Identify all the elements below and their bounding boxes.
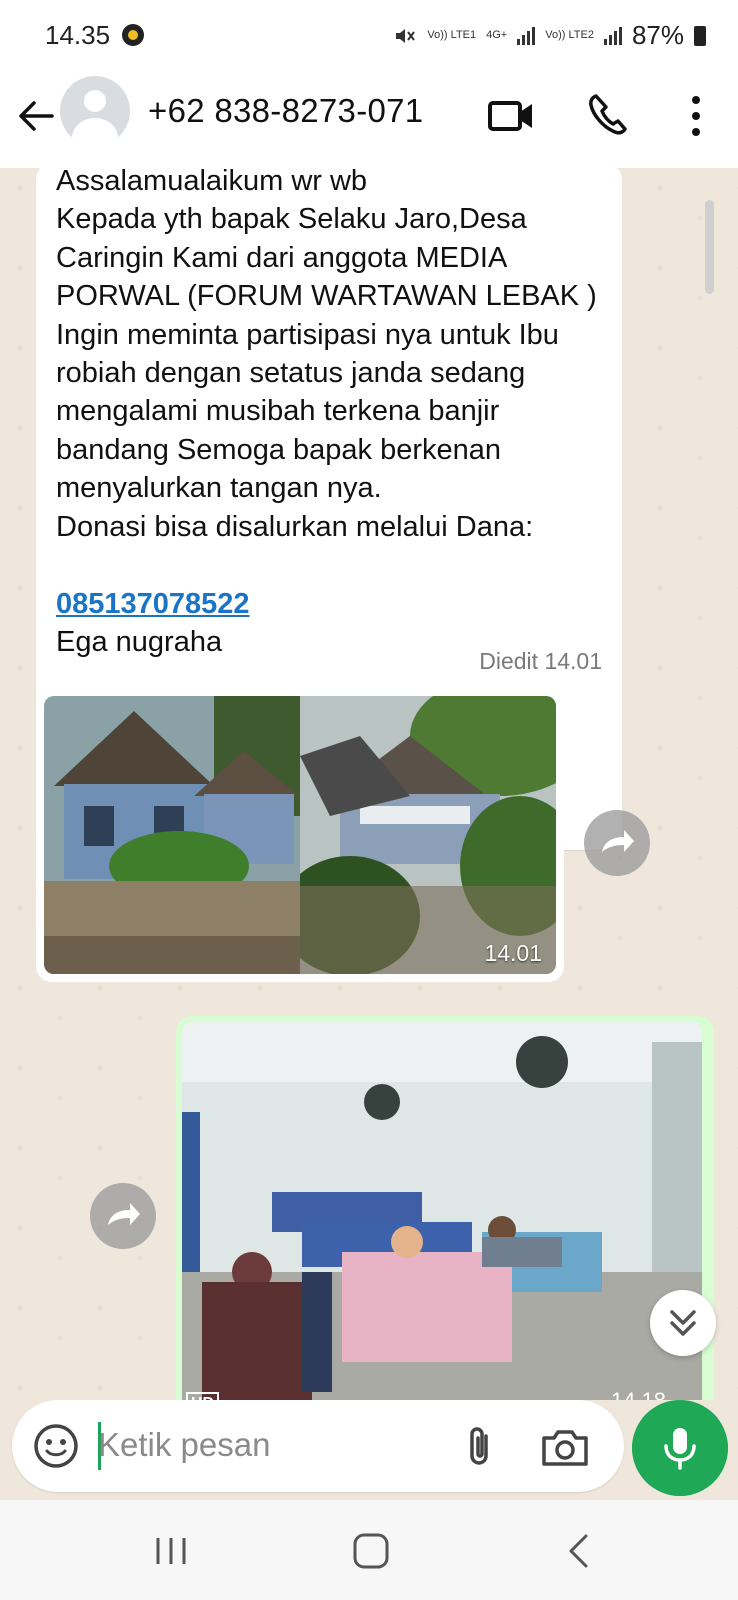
home-icon[interactable] [346, 1526, 396, 1576]
phone-call-icon[interactable] [582, 88, 638, 144]
camera-icon[interactable] [538, 1422, 592, 1472]
message-input[interactable]: Ketik pesan [12, 1400, 624, 1492]
chat-header: +62 838-8273-071 [0, 72, 738, 169]
incoming-image-message[interactable]: 14.01 [36, 688, 564, 982]
battery-percent: 87% [631, 20, 684, 50]
microphone-icon[interactable] [632, 1400, 728, 1496]
forward-icon[interactable] [90, 1183, 156, 1249]
signal2-icon [603, 26, 622, 45]
hd-badge: HD [186, 1392, 220, 1400]
outgoing-timestamp: 14.18 [611, 1388, 666, 1400]
status-bar: 14.35 Vo)) LTE1 4G+ Vo)) LTE2 87% [0, 0, 738, 72]
flood-house-photo[interactable] [44, 696, 300, 974]
flood-damage-photo[interactable] [300, 696, 556, 974]
sim1-label: Vo)) LTE1 [427, 29, 477, 41]
status-time: 14.35 [45, 20, 111, 50]
notification-icon [122, 24, 144, 46]
hospital-ward-photo[interactable] [182, 1022, 702, 1400]
avatar-body-shape [72, 118, 118, 146]
input-placeholder[interactable]: Ketik pesan [98, 1426, 270, 1464]
avatar-head-shape [84, 90, 106, 112]
outgoing-image-message[interactable]: HD 14.18 [176, 1016, 714, 1400]
image-timestamp: 14.01 [484, 940, 542, 966]
forward-icon[interactable] [584, 810, 650, 876]
contact-avatar[interactable] [60, 76, 130, 146]
recent-apps-icon[interactable] [146, 1526, 196, 1576]
message-input-bar: Ketik pesan [0, 1400, 738, 1500]
battery-icon [694, 25, 706, 46]
status-indicators: Vo)) LTE1 4G+ Vo)) LTE2 87% [393, 20, 706, 51]
signal1-icon [517, 26, 536, 45]
mute-icon [396, 28, 416, 43]
chat-area[interactable]: Assalamualaikum wr wb Kepada yth bapak S… [0, 168, 738, 1400]
back-arrow-icon[interactable] [14, 94, 58, 138]
attach-icon[interactable] [454, 1422, 504, 1472]
message-signature: Ega nugraha [56, 626, 223, 658]
message-meta: Diedit 14.01 [479, 648, 602, 674]
contact-name[interactable]: +62 838-8273-071 [148, 92, 423, 130]
sticker-icon[interactable] [30, 1420, 82, 1472]
sim2-label: Vo)) LTE2 [545, 29, 594, 41]
nav-back-icon[interactable] [556, 1526, 606, 1576]
system-nav-bar [0, 1500, 738, 1600]
scrollbar[interactable] [705, 200, 714, 294]
network-type: 4G+ [486, 29, 508, 41]
video-call-icon[interactable] [484, 88, 540, 144]
scroll-to-bottom-icon[interactable] [650, 1290, 716, 1356]
more-options-icon[interactable] [668, 88, 724, 144]
phone-number-link[interactable]: 085137078522 [56, 585, 250, 623]
message-text: Assalamualaikum wr wb Kepada yth bapak S… [56, 168, 597, 543]
